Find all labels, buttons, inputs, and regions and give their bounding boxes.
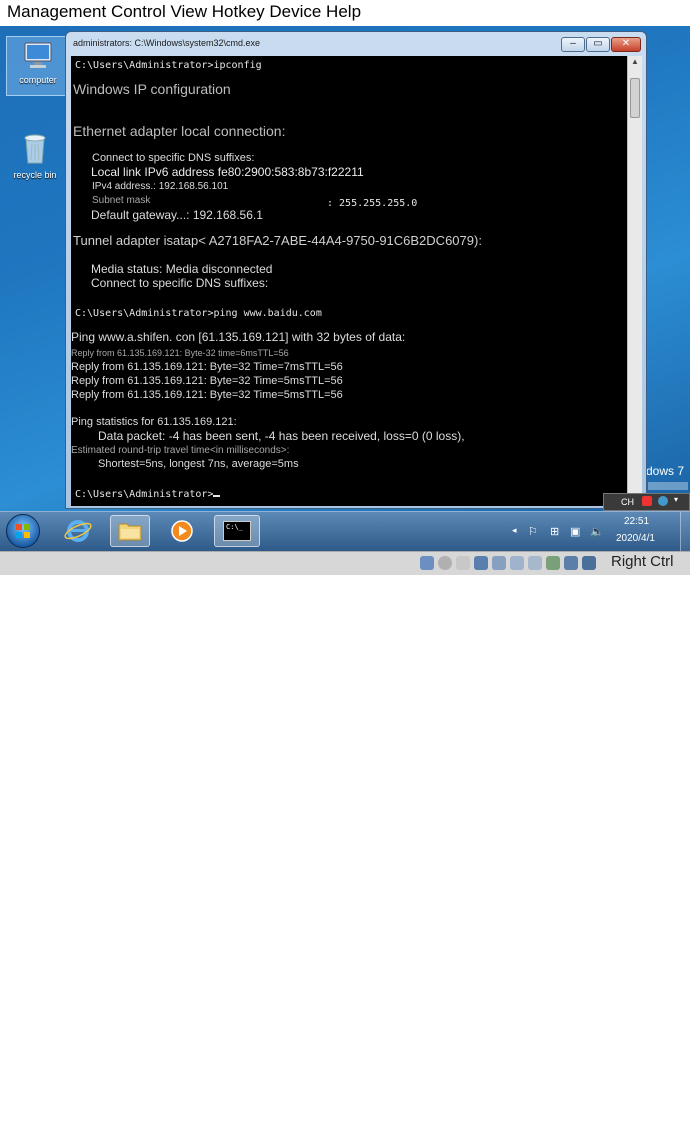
console-line-subnet-value: : 255.255.255.0 (327, 198, 418, 209)
console-line-packets: Data packet: -4 has been sent, -4 has be… (98, 429, 465, 443)
text-cursor (213, 495, 221, 497)
console-line-ipv4: IPv4 address.: 192.168.56.101 (92, 181, 229, 192)
prompt-text: C:\Users\Administrator> (75, 489, 214, 500)
console-line-ping-header: Ping www.a.shifen. con [61.135.169.121] … (71, 330, 406, 344)
action-center-flag-icon[interactable]: ⚐ (528, 525, 538, 538)
show-desktop-button[interactable] (680, 512, 690, 552)
desktop-icon-label: computer (19, 75, 57, 85)
console-line-ipv6: Local link IPv6 address fe80:2900:583:8b… (91, 165, 364, 179)
desktop-icon-recycle-bin[interactable]: recycle bin (4, 130, 66, 180)
help-icon[interactable] (658, 496, 668, 506)
mouse-integration-icon[interactable] (582, 556, 596, 570)
console-line-prompt-ipconfig: C:\Users\Administrator>ipconfig (75, 60, 262, 71)
console-line-media-state: Media status: Media disconnected (91, 262, 273, 276)
clock-date[interactable]: 2020/4/1 (616, 533, 655, 544)
console-line-reply: Reply from 61.135.169.121: Byte=32 Time=… (71, 361, 343, 373)
windows-brand-sub (648, 482, 688, 490)
language-indicator[interactable]: CH (621, 497, 634, 507)
cpu-icon[interactable] (564, 556, 578, 570)
console-line-gateway: Default gateway...: 192.168.56.1 (91, 208, 263, 222)
scroll-up-icon[interactable]: ▲ (630, 57, 640, 69)
usb-icon[interactable] (492, 556, 506, 570)
maximize-button[interactable]: ▭ (586, 37, 610, 52)
explorer-taskbar-button[interactable] (110, 515, 150, 547)
desktop-icon-label: recycle bin (13, 170, 57, 180)
host-key-indicator: Right Ctrl (611, 553, 674, 570)
watermark-logo: FREEBUF (22, 1105, 140, 1130)
console-line-ethernet-adapter: Ethernet adapter local connection: (73, 123, 286, 139)
console-line-stats-header: Ping statistics for 61.135.169.121: (71, 416, 237, 428)
vertical-scrollbar[interactable]: ▲ ▼ (627, 56, 642, 506)
shared-folder-icon[interactable] (510, 556, 524, 570)
console-line-reply: Reply from 61.135.169.121: Byte=32 Time=… (71, 389, 343, 401)
console-line-tunnel-adapter: Tunnel adapter isatap< A2718FA2-7ABE-44A… (73, 233, 482, 248)
cmd-titlebar[interactable]: administrators: C:\Windows\system32\cmd.… (66, 32, 646, 56)
network-adapter-icon[interactable] (474, 556, 488, 570)
internet-explorer-icon (64, 520, 92, 542)
start-button[interactable] (6, 514, 40, 548)
media-player-taskbar-button[interactable] (162, 515, 202, 547)
scroll-thumb[interactable] (630, 78, 640, 118)
console-line-prompt-ping: C:\Users\Administrator>ping www.baidu.co… (75, 308, 322, 319)
recycle-bin-icon (24, 134, 46, 164)
show-hidden-icons-icon[interactable]: ◂ (512, 525, 517, 536)
language-bar[interactable]: CH ▾ (603, 493, 690, 511)
console-line-prompt-end: C:\Users\Administrator> (75, 489, 221, 500)
optical-drive-icon[interactable] (438, 556, 452, 570)
desktop-icon-computer[interactable]: computer (6, 36, 70, 96)
console-line-subnet-label: Subnet mask (92, 195, 151, 206)
clock-time[interactable]: 22:51 (624, 516, 649, 527)
ime-icon[interactable] (642, 496, 652, 506)
windows-brand-text: dows 7 (646, 464, 685, 478)
minimize-button[interactable]: – (561, 37, 585, 52)
language-bar-options-icon[interactable]: ▾ (674, 495, 678, 504)
menu-bar[interactable]: Management Control View Hotkey Device He… (0, 0, 690, 26)
system-tray: ◂ ⚐ ⊞ ▣ 🔈 22:51 2020/4/1 (506, 512, 690, 552)
cmd-window-title: administrators: C:\Windows\system32\cmd.… (73, 38, 261, 48)
network-icon[interactable]: ⊞ (550, 525, 559, 538)
volume-icon[interactable]: 🔈 (590, 525, 604, 538)
console-line-win-ip-config: Windows IP configuration (73, 81, 231, 97)
console-line-dns-suffix: Connect to specific DNS suffixes: (92, 152, 255, 164)
cmd-taskbar-button[interactable]: C:\_ (214, 515, 260, 547)
console-line-rtt-values: Shortest=5ns, longest 7ns, average=5ms (98, 458, 299, 470)
hard-disk-icon[interactable] (420, 556, 434, 570)
taskbar: C:\_ ◂ ⚐ ⊞ ▣ 🔈 22:51 2020/4/1 (0, 511, 690, 552)
cmd-icon: C:\_ (223, 521, 251, 541)
console-line-reply: Reply from 61.135.169.121: Byte-32 time=… (71, 348, 289, 358)
vm-status-bar: FREEBUF Right Ctrl (0, 551, 690, 1130)
windows-logo-icon (16, 524, 30, 538)
video-capture-icon[interactable] (546, 556, 560, 570)
console-line-rtt-header: Estimated round-trip travel time<in mill… (71, 445, 290, 456)
audio-icon[interactable] (456, 556, 470, 570)
console-line-dns-suffix-2: Connect to specific DNS suffixes: (91, 276, 269, 290)
folder-icon (118, 523, 142, 541)
console-line-reply: Reply from 61.135.169.121: Byte=32 Time=… (71, 375, 343, 387)
close-button[interactable]: ✕ (611, 37, 641, 52)
ie-taskbar-button[interactable] (58, 515, 98, 547)
cmd-console[interactable]: C:\Users\Administrator>ipconfig Windows … (71, 56, 627, 506)
media-player-icon (171, 520, 193, 542)
display-settings-icon[interactable] (528, 556, 542, 570)
cmd-window[interactable]: administrators: C:\Windows\system32\cmd.… (65, 31, 647, 509)
computer-icon (24, 42, 52, 68)
display-icon[interactable]: ▣ (570, 525, 580, 538)
